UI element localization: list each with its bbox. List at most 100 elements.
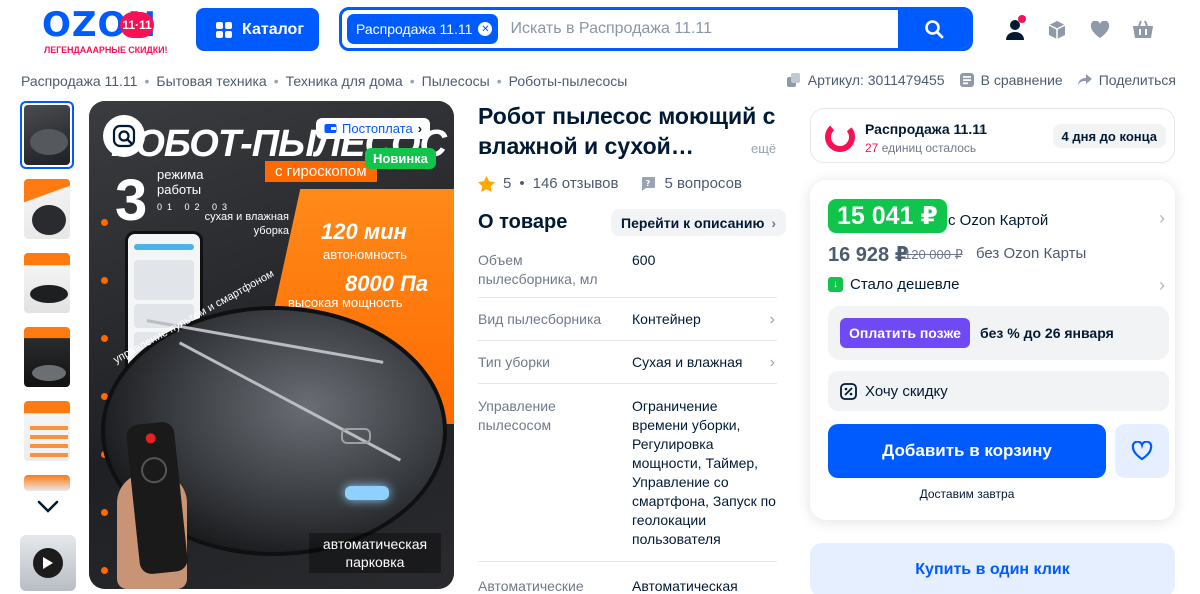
logo-tagline: ЛЕГЕНДАААРНЫЕ СКИДКИ!: [44, 45, 168, 55]
arrow-down-icon: ↓: [828, 277, 843, 292]
notification-dot: [1018, 15, 1026, 23]
search-input[interactable]: [498, 20, 898, 38]
gallery-thumbnails: [20, 101, 76, 501]
video-thumbnail[interactable]: [20, 535, 76, 591]
similar-search-button[interactable]: [103, 115, 145, 157]
chevron-right-icon: ›: [769, 311, 775, 328]
price-dropped-label: Стало дешевле: [850, 276, 960, 293]
compare-label: В сравнение: [980, 72, 1063, 88]
breadcrumb: Распродажа 11.11 • Бытовая техника • Техни…: [21, 73, 628, 89]
price-regular: 16 928 ₽: [828, 244, 909, 266]
price-dropped-note[interactable]: ↓ Стало дешевле: [828, 276, 960, 293]
gallery-thumbnail[interactable]: [20, 397, 74, 465]
add-to-cart-button[interactable]: Добавить в корзину: [828, 424, 1106, 478]
ozon-logo[interactable]: OZON 11·11 ЛЕГЕНДАААРНЫЕ СКИДКИ!: [42, 7, 178, 55]
promo-stock: 27 единиц осталось: [865, 141, 976, 155]
title-more-link[interactable]: ещё: [751, 141, 776, 156]
buy-one-click-button[interactable]: Купить в один клик: [810, 543, 1175, 594]
wallet-icon: [324, 124, 337, 133]
go-to-description-button[interactable]: Перейти к описанию ›: [611, 209, 787, 236]
search-bar: Распродажа 11.11 ✕: [339, 7, 973, 51]
promo-days-left: 4 дня до конца: [1052, 124, 1166, 148]
spec-key: Объем пылесборника, мл: [478, 252, 598, 287]
discount-icon: [840, 382, 857, 400]
search-scope-label: Распродажа 11.11: [356, 21, 473, 37]
search-button[interactable]: [898, 10, 970, 48]
orders-box-icon[interactable]: [1045, 18, 1069, 42]
spec-key: Вид пылесборника: [478, 311, 602, 327]
gallery-thumbnail[interactable]: [20, 175, 74, 243]
copy-icon: [786, 73, 800, 87]
spec-value: Ограничение времени уборки, Регулировка …: [632, 398, 776, 547]
breadcrumb-item[interactable]: Техника для дома: [286, 73, 403, 89]
chevron-right-icon: ›: [769, 354, 775, 371]
chevron-down-icon: [37, 500, 59, 513]
article-number[interactable]: Артикул: 3011479455: [786, 72, 945, 88]
breadcrumb-item[interactable]: Пылесосы: [422, 73, 490, 89]
pay-later-text: без % до 26 января: [979, 325, 1114, 341]
image-minutes-label: 120 мин: [321, 219, 407, 244]
product-title: Робот пылесос моющий с влажной и сухой…: [478, 103, 776, 159]
catalog-button[interactable]: Каталог: [196, 8, 319, 51]
product-rating[interactable]: 5 • 146 отзывов ? 5 вопросов: [478, 175, 742, 192]
catalog-grid-icon: [216, 21, 232, 38]
search-icon: [925, 20, 944, 39]
image-pascal-label: 8000 Па: [345, 271, 429, 296]
share-button[interactable]: Поделиться: [1077, 72, 1176, 88]
postpay-badge[interactable]: Постоплата ›: [316, 118, 431, 139]
chevron-right-icon: ›: [979, 120, 984, 136]
image-dry-wet-label: сухая и влажная уборка: [204, 211, 289, 237]
search-scope-chip[interactable]: Распродажа 11.11 ✕: [347, 14, 499, 44]
image-modes-text: режима работы: [157, 167, 204, 197]
spec-value: Автоматическая: [632, 578, 738, 594]
gallery-thumbnail[interactable]: [20, 471, 74, 495]
spec-row[interactable]: Тип уборки Сухая и влажная ›: [478, 353, 777, 384]
cart-icon[interactable]: [1131, 18, 1155, 42]
image-modes-number: 3: [115, 168, 148, 233]
spec-row: Управление пылесосом Ограничение времени…: [478, 397, 777, 562]
sale-promo-card[interactable]: Распродажа 11.11 › 27 единиц осталось 4 …: [810, 108, 1175, 163]
delivery-info: Доставим завтра: [919, 487, 1015, 501]
breadcrumb-item[interactable]: Роботы-пылесосы: [509, 73, 628, 89]
chevron-right-icon: ›: [771, 214, 777, 231]
gallery-thumbnail[interactable]: [20, 101, 74, 169]
promo-title: Распродажа 11.11: [865, 121, 988, 137]
heart-icon[interactable]: [1088, 18, 1112, 42]
product-main-image[interactable]: РОБОТ-ПЫЛЕСОС 3 режима работы 01 02 03 с…: [89, 101, 454, 589]
chevron-right-icon[interactable]: ›: [1159, 208, 1165, 229]
breadcrumb-item[interactable]: Бытовая техника: [156, 73, 266, 89]
user-icon[interactable]: [1003, 15, 1027, 42]
compare-icon: [959, 73, 974, 87]
product-meta-row: Артикул: 3011479455 В сравнение Поделить…: [786, 72, 1176, 88]
gallery-thumbnail[interactable]: [20, 249, 74, 317]
promo-stock-text: единиц осталось: [881, 141, 977, 155]
gallery-thumbnail[interactable]: [20, 323, 74, 391]
spec-value: Сухая и влажная: [632, 354, 743, 370]
question-icon: ?: [642, 176, 656, 191]
pay-later-button[interactable]: Оплатить позже: [840, 318, 970, 348]
catalog-label: Каталог: [242, 20, 304, 38]
spec-row[interactable]: Вид пылесборника Контейнер ›: [478, 310, 777, 341]
spec-value: 600: [632, 252, 656, 268]
play-icon: [33, 548, 63, 578]
spec-key: Тип уборки: [478, 354, 550, 370]
price-with-card: 15 041 ₽: [828, 199, 947, 233]
sale-logo-icon: [825, 122, 855, 152]
logo-sale-badge: 11·11: [120, 12, 154, 38]
chevron-right-icon[interactable]: ›: [1159, 275, 1165, 296]
image-autonomy-label: автономность: [323, 247, 407, 262]
chip-close-icon[interactable]: ✕: [478, 22, 493, 36]
add-to-favorites-button[interactable]: [1115, 424, 1169, 478]
thumbnails-down-button[interactable]: [37, 500, 59, 519]
star-icon: [478, 175, 495, 192]
breadcrumb-item[interactable]: Распродажа 11.11: [21, 73, 137, 89]
compare-button[interactable]: В сравнение: [959, 72, 1063, 88]
pay-later-block[interactable]: Оплатить позже без % до 26 января: [828, 306, 1169, 360]
share-icon: [1077, 74, 1092, 86]
spec-row: Объем пылесборника, мл 600: [478, 251, 777, 298]
go-to-description-label: Перейти к описанию: [621, 214, 765, 231]
new-badge: Новинка: [365, 148, 436, 169]
questions-count: 5 вопросов: [664, 175, 742, 192]
share-label: Поделиться: [1098, 72, 1176, 88]
want-discount-button[interactable]: Хочу скидку: [828, 371, 1169, 411]
